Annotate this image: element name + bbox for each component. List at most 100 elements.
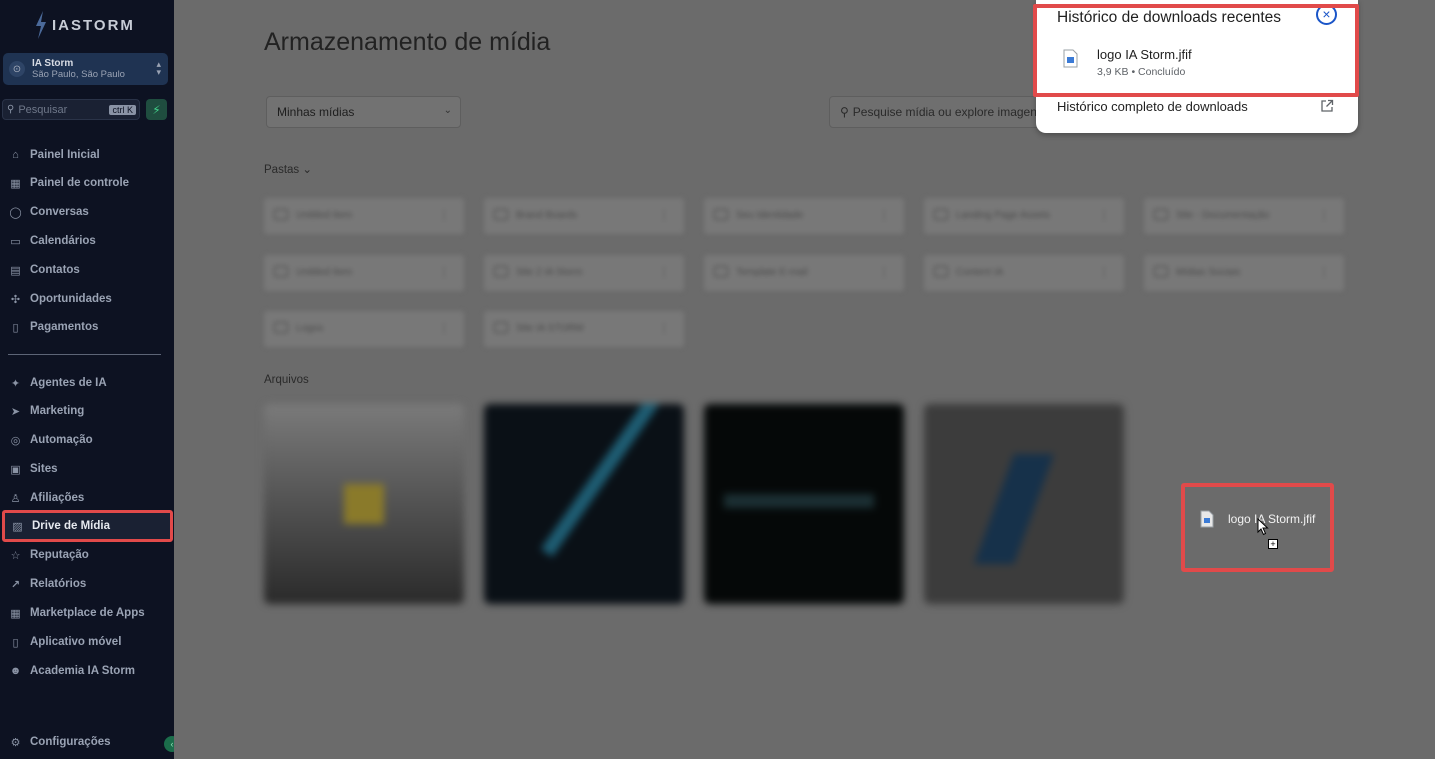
- sidebar-item-painel-inicial[interactable]: ⌂ Painel Inicial: [0, 144, 174, 166]
- sidebar-item-aplicativo-movel[interactable]: ▯ Aplicativo móvel: [0, 631, 174, 653]
- affiliate-icon: ♙: [10, 492, 21, 505]
- more-icon[interactable]: ⋮: [658, 321, 670, 335]
- folder-card[interactable]: Site - Documentação ⋮: [1144, 198, 1344, 234]
- folder-icon: [494, 266, 508, 277]
- quick-action-button[interactable]: ⚡: [146, 99, 167, 120]
- more-icon[interactable]: ⋮: [658, 208, 670, 222]
- automation-icon: ◎: [10, 434, 21, 447]
- shortcut-badge: ctrl K: [109, 104, 136, 115]
- sidebar-search[interactable]: ⚲ Pesquisar ctrl K: [2, 99, 140, 120]
- more-icon[interactable]: ⋮: [1318, 208, 1330, 222]
- cursor-arrow-icon: [1257, 518, 1269, 536]
- sidebar-item-relatorios[interactable]: ↗ Relatórios: [0, 573, 174, 595]
- sites-icon: ▣: [10, 463, 21, 476]
- sidebar-item-painel-de-controle[interactable]: ▦ Painel de controle: [0, 172, 174, 194]
- folder-card[interactable]: Brand Boards ⋮: [484, 198, 684, 234]
- chevron-down-icon: ⌄: [443, 105, 452, 116]
- sidebar-item-afiliacoes[interactable]: ♙ Afiliações: [0, 487, 174, 509]
- folder-icon: [274, 266, 288, 277]
- media-search-placeholder: Pesquise mídia ou explore imagens: [852, 105, 1043, 119]
- media-filter-value: Minhas mídias: [277, 105, 355, 119]
- sidebar-item-marketing[interactable]: ➤ Marketing: [0, 400, 174, 422]
- more-icon[interactable]: ⋮: [438, 321, 450, 335]
- folder-card[interactable]: Mídias Sociais ⋮: [1144, 255, 1344, 291]
- sidebar-item-drive-de-midia[interactable]: ▨ Drive de Mídia: [2, 510, 173, 542]
- sidebar: IASTORM ⊙ IA Storm São Paulo, São Paulo …: [0, 0, 180, 759]
- media-filter-select[interactable]: Minhas mídias ⌄: [266, 96, 461, 128]
- logo[interactable]: IASTORM: [34, 10, 135, 40]
- gear-icon: ⚙: [10, 736, 21, 749]
- dashboard-icon: ▦: [10, 177, 21, 190]
- folder-card[interactable]: Untitled Item ⋮: [264, 198, 464, 234]
- folder-card[interactable]: Site IA STORM ⋮: [484, 311, 684, 347]
- sidebar-item-oportunidades[interactable]: ✣ Oportunidades: [0, 288, 174, 310]
- bolt-icon: ⚡: [152, 102, 161, 117]
- home-icon: ⌂: [12, 149, 19, 161]
- sidebar-item-reputacao[interactable]: ☆ Reputação: [0, 544, 174, 566]
- sidebar-item-configuracoes[interactable]: ⚙ Configurações: [0, 731, 174, 753]
- open-external-icon[interactable]: [1320, 99, 1334, 113]
- sidebar-item-automacao[interactable]: ◎ Automação: [0, 429, 174, 451]
- full-download-history-link[interactable]: Histórico completo de downloads: [1057, 99, 1248, 114]
- more-icon[interactable]: ⋮: [1318, 265, 1330, 279]
- file-thumbnail[interactable]: [924, 404, 1124, 604]
- chevron-down-icon: ⌄: [302, 164, 313, 176]
- sidebar-item-conversas[interactable]: ◯ Conversas: [0, 201, 174, 223]
- sidebar-item-academia[interactable]: ☻ Academia IA Storm: [0, 660, 174, 682]
- users-icon: ☻: [9, 665, 22, 677]
- folder-card[interactable]: Site 2 IA Storm ⋮: [484, 255, 684, 291]
- sidebar-item-pagamentos[interactable]: ▯ Pagamentos: [0, 316, 174, 338]
- file-thumbnail[interactable]: [264, 404, 464, 604]
- more-icon[interactable]: ⋮: [1098, 265, 1110, 279]
- folder-card[interactable]: Seu Identidade ⋮: [704, 198, 904, 234]
- more-icon[interactable]: ⋮: [438, 208, 450, 222]
- folder-icon: [274, 209, 288, 220]
- more-icon[interactable]: ⋮: [658, 265, 670, 279]
- send-icon: ➤: [10, 405, 21, 418]
- sidebar-item-marketplace[interactable]: ▦ Marketplace de Apps: [0, 602, 174, 624]
- logo-text: IASTORM: [52, 16, 135, 34]
- bolt-logo-icon: [36, 11, 46, 39]
- files-label: Arquivos: [264, 374, 309, 386]
- folder-card[interactable]: Logos ⋮: [264, 311, 464, 347]
- download-file-name[interactable]: logo IA Storm.jfif: [1097, 47, 1192, 62]
- account-name: IA Storm: [32, 58, 74, 69]
- sidebar-search-placeholder: Pesquisar: [18, 103, 68, 116]
- apps-icon: ▦: [10, 607, 21, 620]
- chevron-updown-icon: ▴ ▾: [156, 59, 161, 77]
- location-icon: ⊙: [9, 61, 25, 77]
- folder-card[interactable]: Landing Page Assets ⋮: [924, 198, 1124, 234]
- more-icon[interactable]: ⋮: [878, 208, 890, 222]
- folder-icon: [714, 266, 728, 277]
- file-thumbnail[interactable]: [484, 404, 684, 604]
- sidebar-item-calendarios[interactable]: ▭ Calendários: [0, 230, 174, 252]
- folder-icon: [494, 209, 508, 220]
- downloads-popup-title: Histórico de downloads recentes: [1057, 9, 1282, 26]
- payments-icon: ▯: [12, 321, 19, 334]
- folder-icon: [934, 266, 948, 277]
- image-file-icon[interactable]: [1063, 49, 1078, 68]
- folder-card[interactable]: Untitled Item ⋮: [264, 255, 464, 291]
- folder-icon: [714, 209, 728, 220]
- account-location: São Paulo, São Paulo: [32, 69, 125, 80]
- folder-card[interactable]: Template E-mail ⋮: [704, 255, 904, 291]
- mobile-icon: ▯: [12, 636, 19, 649]
- sidebar-item-agentes-de-ia[interactable]: ✦ Agentes de IA: [0, 372, 174, 394]
- file-thumbnail[interactable]: [704, 404, 904, 604]
- image-file-icon: [1200, 510, 1214, 528]
- account-switcher[interactable]: ⊙ IA Storm São Paulo, São Paulo ▴ ▾: [3, 53, 168, 85]
- search-icon: ⚲: [840, 105, 849, 119]
- sidebar-item-contatos[interactable]: ▤ Contatos: [0, 259, 174, 281]
- sidebar-item-sites[interactable]: ▣ Sites: [0, 458, 174, 480]
- folder-icon: [274, 322, 288, 333]
- folder-card[interactable]: Content IA ⋮: [924, 255, 1124, 291]
- calendar-icon: ▭: [10, 235, 21, 248]
- image-icon: ▨: [12, 520, 23, 533]
- copy-plus-icon: +: [1268, 539, 1278, 549]
- more-icon[interactable]: ⋮: [438, 265, 450, 279]
- more-icon[interactable]: ⋮: [878, 265, 890, 279]
- search-icon: ⚲: [7, 104, 15, 115]
- folders-toggle[interactable]: Pastas ⌄: [264, 162, 312, 176]
- more-icon[interactable]: ⋮: [1098, 208, 1110, 222]
- close-icon[interactable]: ×: [1316, 4, 1337, 25]
